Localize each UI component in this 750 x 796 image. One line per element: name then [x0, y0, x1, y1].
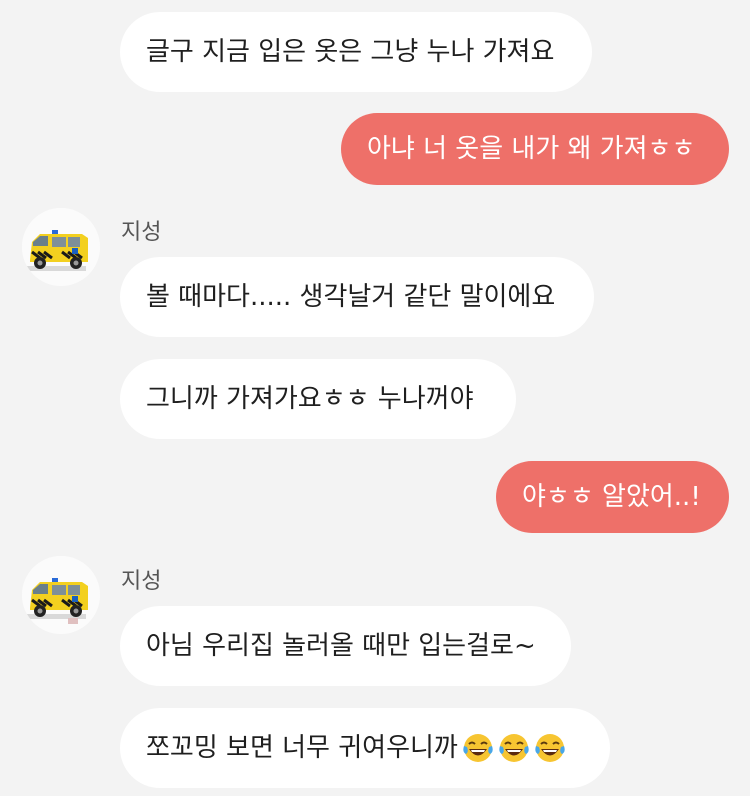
- ambulance-icon: [22, 556, 100, 634]
- message-text: 아님 우리집 놀러올 때만 입는걸로~: [146, 631, 536, 661]
- sender-name: 지성: [121, 220, 162, 245]
- message-text: 글구 지금 입은 옷은 그냥 누나 가져요: [146, 37, 555, 67]
- message-bubble[interactable]: 쪼꼬밍 보면 너무 귀여우니까: [120, 708, 610, 788]
- message-text: 볼 때마다..... 생각날거 같단 말이에요: [146, 282, 556, 312]
- laughing-tears-emoji-icon: [535, 734, 565, 762]
- message-bubble[interactable]: 아님 우리집 놀러올 때만 입는걸로~: [120, 606, 571, 686]
- message-bubble[interactable]: 야ㅎㅎ 알았어..!: [496, 461, 729, 533]
- message-text: 야ㅎㅎ 알았어..!: [522, 482, 701, 512]
- laughing-tears-emoji-icon: [463, 734, 493, 762]
- message-text: 그니까 가져가요ㅎㅎ 누나꺼야: [146, 384, 474, 414]
- message-bubble[interactable]: 볼 때마다..... 생각날거 같단 말이에요: [120, 257, 594, 337]
- message-bubble[interactable]: 글구 지금 입은 옷은 그냥 누나 가져요: [120, 12, 592, 92]
- message-bubble[interactable]: 아냐 너 옷을 내가 왜 가져ㅎㅎ: [341, 113, 729, 185]
- ambulance-icon: [22, 208, 100, 286]
- message-bubble[interactable]: 그니까 가져가요ㅎㅎ 누나꺼야: [120, 359, 516, 439]
- avatar[interactable]: [22, 208, 100, 286]
- message-text: 아냐 너 옷을 내가 왜 가져ㅎㅎ: [367, 134, 696, 164]
- message-text: 쪼꼬밍 보면 너무 귀여우니까: [146, 733, 458, 763]
- sender-name: 지성: [121, 569, 162, 594]
- avatar[interactable]: [22, 556, 100, 634]
- laughing-tears-emoji-icon: [499, 734, 529, 762]
